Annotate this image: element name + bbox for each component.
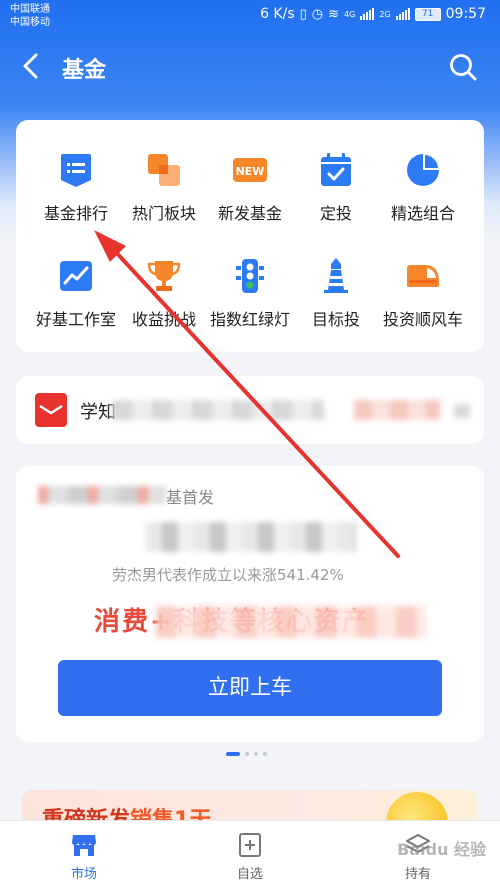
board-now-button[interactable]: 立即上车	[58, 660, 442, 716]
status-indicators: 6 K/s ▯ ◷ ≋ 4G 2G 71 09:57	[260, 6, 486, 22]
wifi-icon: ≋	[328, 6, 340, 22]
signal-icon-2	[395, 8, 410, 20]
carousel-dot	[254, 752, 258, 756]
function-grid: 基金排行 热门板块 NEW 新发基金 定投 精选组合 好基工作室 收益挑战 指数…	[16, 120, 484, 352]
carrier-info: 中国联通 中国移动	[10, 3, 50, 29]
promo-card: 基首发 劳杰男代表作成立以来涨541.42% 消费+科技等核心资产 立即上车	[16, 466, 484, 742]
trend-chart-icon	[60, 261, 92, 291]
vibrate-icon: ▯	[299, 6, 307, 22]
carousel-dot-active	[226, 752, 240, 756]
carousel-indicator	[226, 752, 267, 756]
grid-item-label: 投资顺风车	[382, 310, 463, 329]
tab-label: 自选	[236, 867, 263, 882]
network-type-1: 4G	[344, 9, 356, 19]
add-square-icon	[239, 833, 261, 857]
new-badge-icon: NEW	[233, 158, 267, 182]
blurred-content	[112, 400, 324, 420]
blurred-content	[354, 400, 440, 420]
blocks-icon	[148, 154, 180, 186]
info-card-title: 学知	[80, 402, 116, 423]
pie-chart-icon	[407, 154, 439, 186]
storefront-icon	[72, 835, 96, 856]
calendar-check-icon	[321, 153, 351, 186]
grid-item-invest-ride[interactable]: 投资顺风车	[376, 256, 470, 330]
tab-watchlist[interactable]: 自选	[210, 831, 290, 882]
traffic-light-icon	[236, 259, 264, 293]
blurred-content	[454, 404, 470, 418]
grid-item-target-invest[interactable]: 目标投	[289, 256, 383, 330]
signal-icon	[360, 8, 375, 20]
envelope-logo-icon	[35, 393, 67, 427]
grid-item-label: 目标投	[311, 310, 360, 329]
grid-item-label: 热门板块	[131, 204, 196, 223]
grid-item-label: 精选组合	[390, 204, 455, 223]
carrier-1: 中国联通	[10, 4, 50, 15]
net-speed: 6 K/s	[260, 6, 295, 22]
grid-item-new-funds[interactable]: NEW 新发基金	[203, 150, 297, 224]
watermark: Baidu 经验	[397, 840, 486, 859]
status-bar: 中国联通 中国移动 6 K/s ▯ ◷ ≋ 4G 2G 71 09:57	[0, 0, 500, 34]
tab-label: 市场	[70, 867, 97, 882]
grid-item-index-traffic-light[interactable]: 指数红绿灯	[203, 256, 297, 330]
clock: 09:57	[445, 6, 486, 22]
carousel-dot	[263, 752, 267, 756]
grid-item-return-challenge[interactable]: 收益挑战	[117, 256, 211, 330]
promo-subtitle: 基首发	[166, 488, 215, 507]
tab-market[interactable]: 市场	[44, 831, 124, 882]
carousel-dot	[245, 752, 249, 756]
tab-label: 持有	[404, 867, 431, 882]
grid-item-label: 收益挑战	[131, 310, 196, 329]
blurred-content	[156, 606, 426, 638]
promo-performance: 劳杰男代表作成立以来涨541.42%	[112, 566, 344, 584]
grid-item-hot-sectors[interactable]: 热门板块	[117, 150, 211, 224]
grid-item-fund-ranking[interactable]: 基金排行	[29, 150, 123, 224]
grid-item-label: 新发基金	[217, 204, 282, 223]
grid-item-fund-studio[interactable]: 好基工作室	[29, 256, 123, 330]
list-icon	[61, 154, 91, 187]
back-arrow-icon[interactable]	[16, 50, 48, 82]
blurred-content	[38, 486, 166, 504]
lighthouse-icon	[324, 258, 348, 293]
battery-icon: 71	[414, 7, 441, 21]
carrier-2: 中国移动	[10, 17, 50, 28]
network-type-2: 2G	[379, 9, 391, 19]
info-card[interactable]: 学知	[16, 376, 484, 444]
blurred-content	[146, 522, 356, 552]
grid-item-label: 好基工作室	[35, 310, 116, 329]
train-icon	[407, 265, 439, 287]
search-icon[interactable]	[448, 52, 478, 82]
svg-text:NEW: NEW	[236, 165, 265, 178]
page-title: 基金	[62, 58, 107, 83]
grid-item-featured-portfolio[interactable]: 精选组合	[376, 150, 470, 224]
navigation-bar: 基金	[0, 34, 500, 100]
alarm-icon: ◷	[311, 6, 324, 22]
grid-item-label: 定投	[319, 204, 352, 223]
grid-item-auto-invest[interactable]: 定投	[289, 150, 383, 224]
grid-item-label: 基金排行	[43, 204, 108, 223]
grid-item-label: 指数红绿灯	[209, 310, 290, 329]
trophy-icon	[147, 261, 181, 291]
